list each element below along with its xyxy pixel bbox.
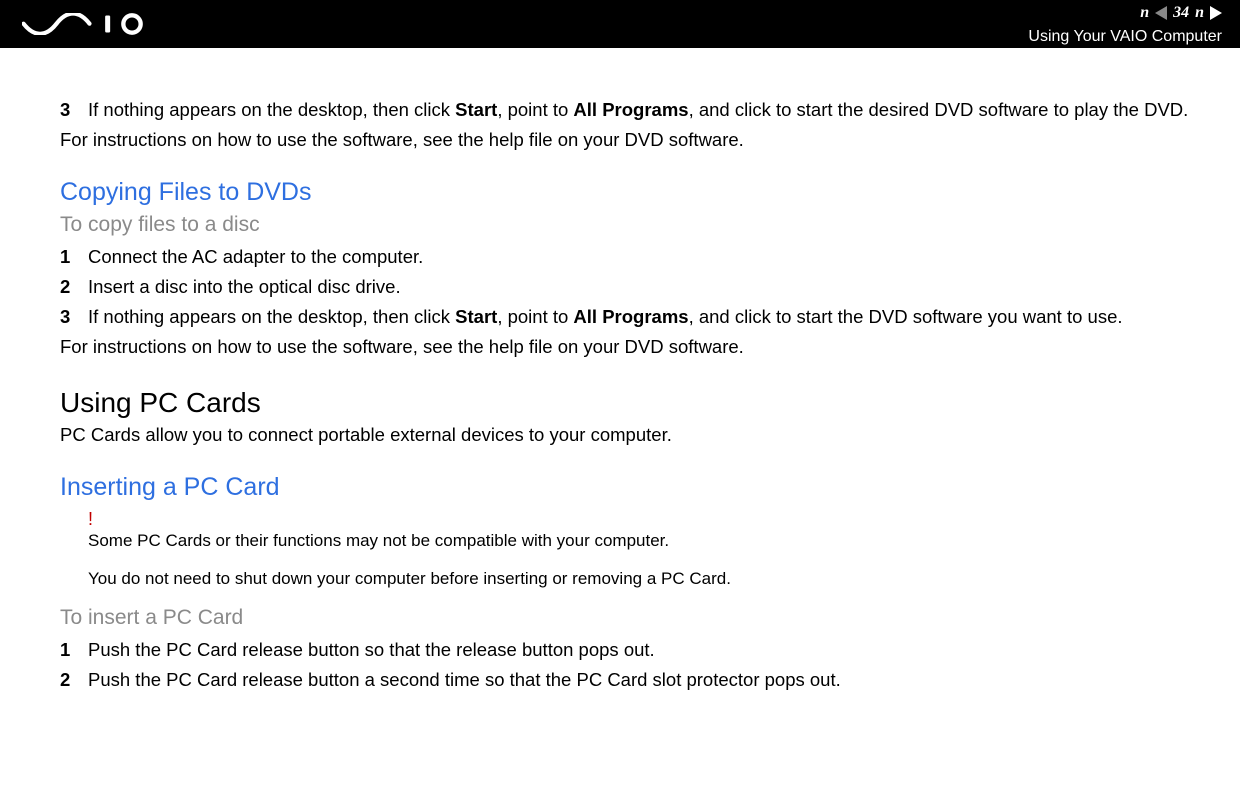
step-text: Push the PC Card release button a second… (88, 668, 1190, 692)
step-text: Insert a disc into the optical disc driv… (88, 275, 1190, 299)
nav-next-icon[interactable] (1210, 6, 1222, 20)
heading-using-pc-cards: Using PC Cards (60, 387, 1190, 419)
subheading-to-copy-files: To copy files to a disc (60, 213, 1190, 237)
step-number: 3 (60, 98, 88, 122)
caution-block: ! Some PC Cards or their functions may n… (88, 510, 1190, 590)
header-bar: n 34 n Using Your VAIO Computer (0, 0, 1240, 48)
step-number: 2 (60, 668, 88, 692)
nav-prev-icon[interactable] (1155, 6, 1167, 20)
header-right: n 34 n Using Your VAIO Computer (1028, 0, 1222, 48)
copy-step-3: 3 If nothing appears on the desktop, the… (60, 305, 1190, 329)
step-number: 3 (60, 305, 88, 329)
step-text: If nothing appears on the desktop, then … (88, 98, 1190, 122)
step-number: 1 (60, 245, 88, 269)
step-text: Connect the AC adapter to the computer. (88, 245, 1190, 269)
step-text: If nothing appears on the desktop, then … (88, 305, 1190, 329)
nav-left-letter: n (1140, 4, 1149, 22)
help-note-2: For instructions on how to use the softw… (60, 335, 1190, 359)
insert-step-2: 2 Push the PC Card release button a seco… (60, 668, 1190, 692)
step-number: 1 (60, 638, 88, 662)
insert-step-1: 1 Push the PC Card release button so tha… (60, 638, 1190, 662)
vaio-logo (22, 13, 162, 35)
caution-icon: ! (88, 510, 1190, 528)
pc-cards-intro: PC Cards allow you to connect portable e… (60, 423, 1190, 447)
copy-step-1: 1 Connect the AC adapter to the computer… (60, 245, 1190, 269)
step-number: 2 (60, 275, 88, 299)
caution-text-1: Some PC Cards or their functions may not… (88, 530, 1190, 552)
heading-copying-files: Copying Files to DVDs (60, 178, 1190, 207)
page-content: 3 If nothing appears on the desktop, the… (0, 48, 1240, 692)
nav-right-letter: n (1195, 4, 1204, 22)
subheading-to-insert-pc-card: To insert a PC Card (60, 606, 1190, 630)
section-title: Using Your VAIO Computer (1028, 26, 1222, 48)
step-3-play-dvd: 3 If nothing appears on the desktop, the… (60, 98, 1190, 122)
page-number: 34 (1173, 4, 1189, 22)
copy-step-2: 2 Insert a disc into the optical disc dr… (60, 275, 1190, 299)
step-text: Push the PC Card release button so that … (88, 638, 1190, 662)
heading-inserting-pc-card: Inserting a PC Card (60, 473, 1190, 502)
help-note-1: For instructions on how to use the softw… (60, 128, 1190, 152)
caution-text-2: You do not need to shut down your comput… (88, 568, 1190, 590)
page-nav: n 34 n (1028, 0, 1222, 26)
